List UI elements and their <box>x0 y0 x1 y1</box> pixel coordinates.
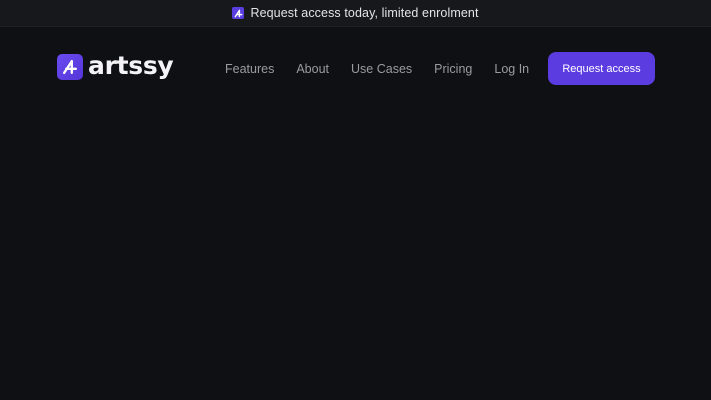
artssy-logo-icon <box>57 54 83 80</box>
nav-link-about[interactable]: About <box>296 62 329 76</box>
nav-link-features[interactable]: Features <box>225 62 274 76</box>
nav-link-use-cases[interactable]: Use Cases <box>351 62 412 76</box>
brand-name: artssy <box>88 51 174 80</box>
artssy-logo-icon <box>232 7 245 19</box>
nav-link-pricing[interactable]: Pricing <box>434 62 472 76</box>
request-access-button[interactable]: Request access <box>548 52 655 85</box>
brand-logo-link[interactable]: artssy <box>57 51 174 80</box>
top-navbar: artssy Features About Use Cases Pricing … <box>0 27 711 111</box>
hero-section <box>0 111 711 400</box>
nav-link-log-in[interactable]: Log In <box>494 62 529 76</box>
announcement-text: Request access today, limited enrolment <box>250 6 479 20</box>
main-nav: Features About Use Cases Pricing Log In <box>225 62 551 76</box>
announcement-bar[interactable]: Request access today, limited enrolment <box>0 0 711 27</box>
